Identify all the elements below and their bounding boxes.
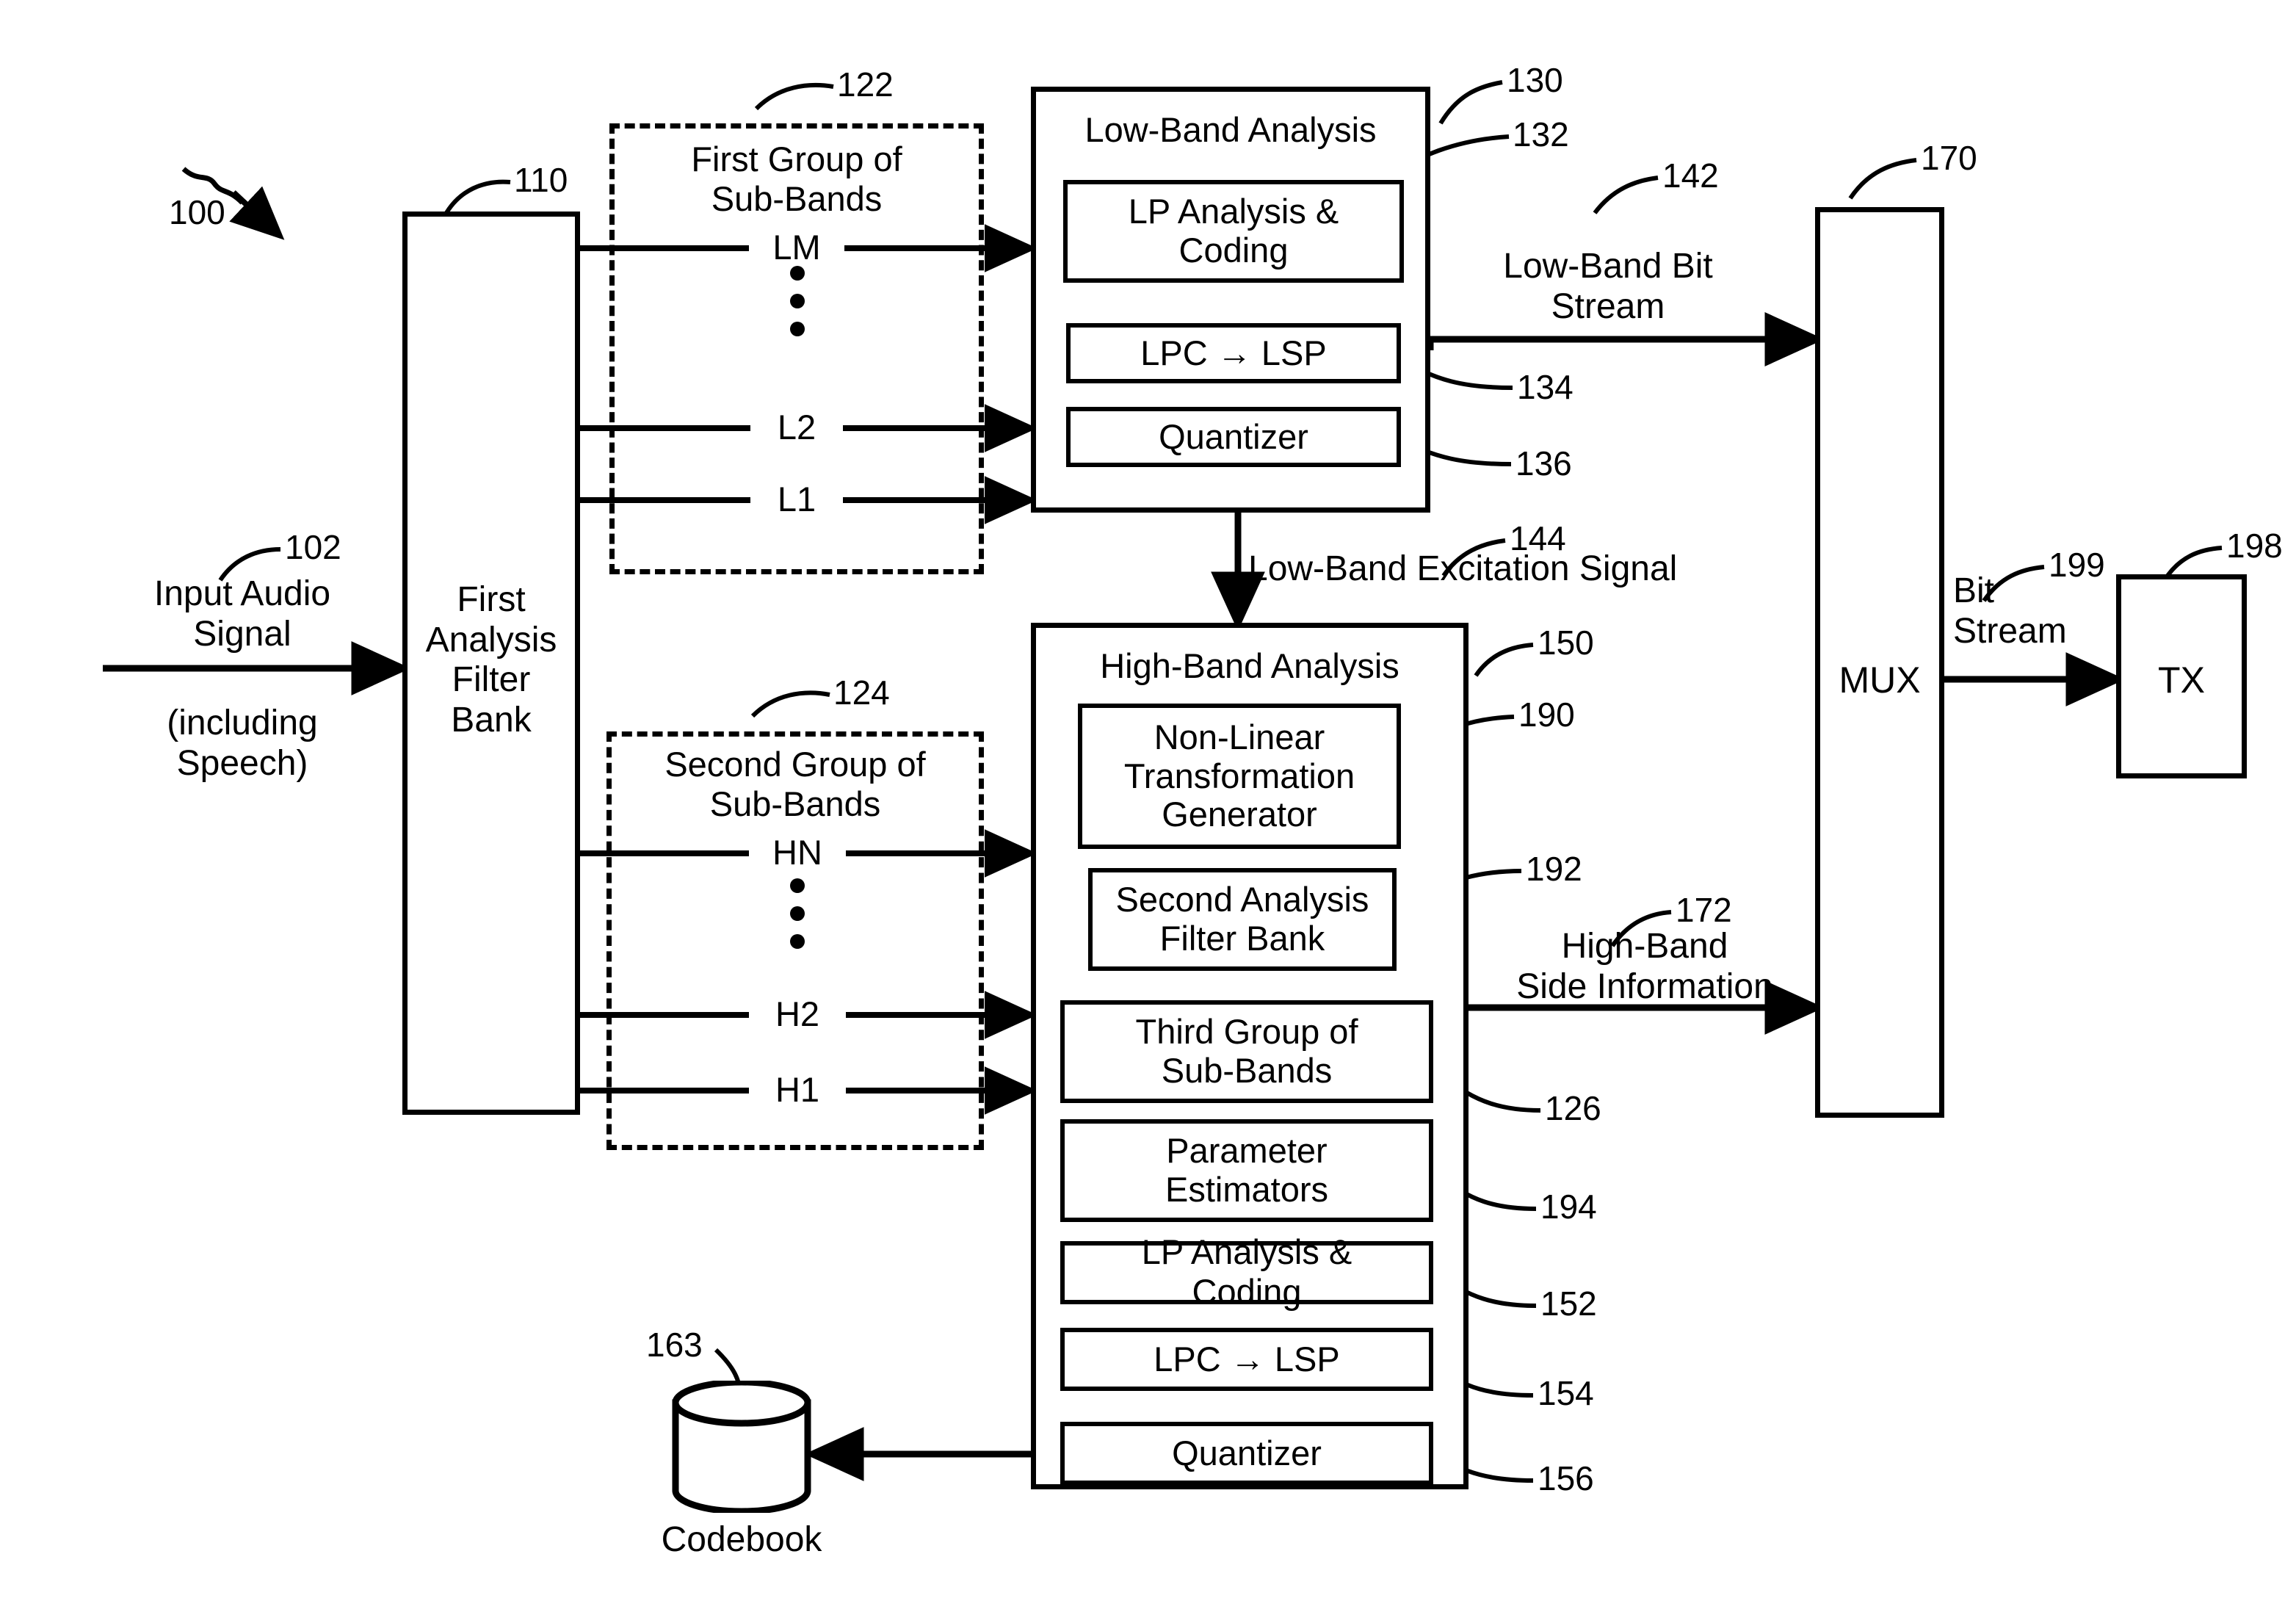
fafb-line1: First xyxy=(457,580,526,619)
low-band-lp-analysis-coding-block: LP Analysis & Coding xyxy=(1063,180,1404,283)
ref-192: 192 xyxy=(1526,850,1582,888)
ref-102: 102 xyxy=(285,528,341,566)
input-speech-note: (including Speech) xyxy=(140,704,345,784)
low-band-quantizer-block: Quantizer xyxy=(1066,407,1401,467)
high-band-analysis-title: High-Band Analysis xyxy=(1100,646,1399,685)
lb-quant-line1: Quantizer xyxy=(1159,416,1308,456)
fafb-line4: Bank xyxy=(451,701,532,740)
ref-163: 163 xyxy=(646,1326,703,1364)
codebook-label: Codebook xyxy=(661,1520,822,1559)
signal-label-L1: L1 xyxy=(750,480,843,519)
signal-label-H2: H2 xyxy=(749,994,846,1034)
ref-134: 134 xyxy=(1517,368,1573,406)
low-band-excitation-signal-label: Low-Band Excitation Signal xyxy=(1248,549,1678,588)
signal-label-LM: LM xyxy=(749,228,844,267)
lb-lp-line1: LP Analysis & xyxy=(1128,192,1339,231)
hb-pe-line1: Parameter xyxy=(1166,1131,1328,1171)
nonlinear-transformation-generator-block: Non-Linear Transformation Generator xyxy=(1078,704,1401,849)
lbbs-line1: Low-Band Bit xyxy=(1503,247,1713,286)
lb-lp-line2: Coding xyxy=(1178,231,1289,270)
second-group-of-subbands-title: Second Group of Sub-Bands xyxy=(606,745,984,823)
low-band-lpc-lsp-block: LPC → LSP xyxy=(1066,323,1401,383)
lb-lpclsp-line1: LPC → LSP xyxy=(1140,333,1327,372)
ref-194: 194 xyxy=(1540,1188,1597,1226)
ref-190: 190 xyxy=(1518,695,1575,734)
first-group-of-subbands-title: First Group of Sub-Bands xyxy=(609,140,984,218)
signal-label-H1: H1 xyxy=(749,1070,846,1110)
bs-line2: Stream xyxy=(1953,611,2067,651)
ref-170: 170 xyxy=(1921,139,1977,177)
ref-122: 122 xyxy=(837,65,894,104)
hb-quant-line1: Quantizer xyxy=(1172,1433,1322,1472)
first-group-ellipsis xyxy=(790,266,805,336)
low-band-bit-stream-label: Low-Band Bit Stream xyxy=(1469,247,1748,327)
mux-label: MUX xyxy=(1839,659,1921,701)
ref-136: 136 xyxy=(1515,444,1572,482)
tx-label: TX xyxy=(2158,659,2205,701)
high-band-lpc-lsp-block: LPC → LSP xyxy=(1060,1328,1433,1391)
hb-lp-line2: Coding xyxy=(1192,1271,1302,1311)
hb-nltg-line2: Transformation xyxy=(1123,756,1355,795)
hb-lpclsp-line1: LPC → LSP xyxy=(1154,1339,1340,1378)
input-speech-note-line2: Speech) xyxy=(176,743,308,783)
bs-line1: Bit xyxy=(1953,571,1995,610)
high-band-lp-analysis-coding-label: LP Analysis & Coding xyxy=(1060,1232,1433,1311)
input-audio-signal-line2: Signal xyxy=(193,614,291,654)
hbsi-line2: Side Information xyxy=(1516,966,1773,1006)
hb-tgsb-line2: Sub-Bands xyxy=(1161,1051,1333,1090)
ref-124: 124 xyxy=(833,673,890,712)
second-group-title-line2: Sub-Bands xyxy=(709,784,881,823)
hb-safb-line1: Second Analysis xyxy=(1115,880,1369,919)
ref-142: 142 xyxy=(1662,156,1719,195)
hb-safb-line2: Filter Bank xyxy=(1159,919,1325,958)
ref-110: 110 xyxy=(514,161,568,199)
first-analysis-filter-bank-label: First Analysis Filter Bank xyxy=(402,580,580,741)
hb-tgsb-line1: Third Group of xyxy=(1135,1012,1358,1052)
signal-label-L2: L2 xyxy=(750,408,843,447)
second-group-title-line1: Second Group of xyxy=(664,745,926,784)
ref-172: 172 xyxy=(1676,891,1732,929)
fafb-line2: Analysis xyxy=(425,620,557,659)
high-band-quantizer-block: Quantizer xyxy=(1060,1422,1433,1485)
hb-nltg-line1: Non-Linear xyxy=(1154,717,1325,757)
second-analysis-filter-bank-block: Second Analysis Filter Bank xyxy=(1088,868,1397,971)
parameter-estimators-block: Parameter Estimators xyxy=(1060,1119,1433,1222)
hb-lp-line1: LP Analysis & xyxy=(1141,1232,1352,1271)
ref-156: 156 xyxy=(1538,1459,1594,1497)
ref-152: 152 xyxy=(1540,1284,1597,1323)
ref-198: 198 xyxy=(2226,527,2283,565)
codebook-cylinder-icon xyxy=(672,1381,811,1513)
hbsi-line1: High-Band xyxy=(1561,927,1728,966)
ref-126: 126 xyxy=(1545,1089,1601,1127)
lbbs-line2: Stream xyxy=(1551,286,1665,326)
input-audio-signal-label: Input Audio Signal xyxy=(140,574,345,654)
third-group-of-subbands-block: Third Group of Sub-Bands xyxy=(1060,1000,1433,1103)
signal-label-HN: HN xyxy=(749,833,846,872)
input-speech-note-line1: (including xyxy=(167,704,318,742)
input-audio-signal-line1: Input Audio xyxy=(153,574,331,613)
ref-132: 132 xyxy=(1513,115,1569,153)
ref-100: 100 xyxy=(169,193,225,231)
ref-154: 154 xyxy=(1538,1374,1594,1412)
second-group-ellipsis xyxy=(790,878,805,949)
hb-nltg-line3: Generator xyxy=(1162,795,1317,834)
first-group-title-line1: First Group of xyxy=(691,140,902,178)
bit-stream-label: Bit Stream xyxy=(1953,571,2107,651)
low-band-analysis-title: Low-Band Analysis xyxy=(1084,110,1377,149)
fafb-line3: Filter xyxy=(452,660,531,700)
ref-150: 150 xyxy=(1538,623,1594,662)
hb-pe-line2: Estimators xyxy=(1165,1170,1328,1209)
patent-figure-diagram: 100 110 122 124 102 130 132 134 136 142 … xyxy=(0,0,2296,1623)
first-group-title-line2: Sub-Bands xyxy=(711,178,883,218)
ref-130: 130 xyxy=(1507,61,1563,99)
high-band-side-information-label: High-Band Side Information xyxy=(1476,927,1814,1007)
